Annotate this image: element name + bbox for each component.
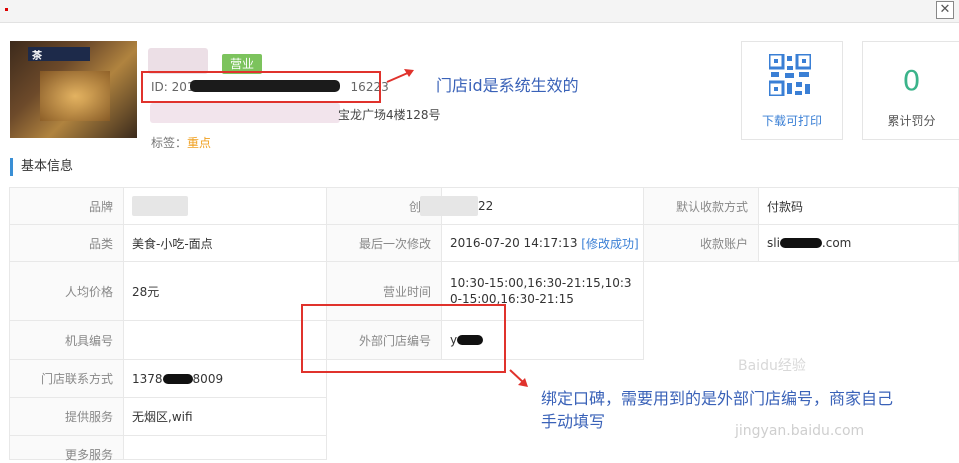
contact-suffix: 8009	[192, 371, 224, 386]
watermark-url: jingyan.baidu.com	[735, 423, 865, 439]
dialog-title-bar	[0, 0, 959, 23]
penalty-value: 0	[902, 64, 921, 97]
brand-label-text: 品牌	[88, 199, 113, 214]
brand-label: 品牌	[9, 187, 124, 225]
store-window	[40, 71, 110, 121]
modified-label: 最后一次修改	[326, 224, 442, 262]
store-photo: 茶	[10, 41, 137, 138]
avg-price-value-text: 28元	[132, 284, 160, 299]
default-pay-value: 付款码	[758, 187, 959, 225]
modified-time: 2016-07-20 14:17:13	[450, 236, 578, 250]
contact-mask	[162, 373, 193, 384]
account-label-text: 收款账户	[699, 236, 748, 251]
machine-label-text: 机具编号	[64, 333, 113, 348]
contact-value: 1378 8009	[123, 359, 327, 398]
category-value-text: 美食-小吃-面点	[132, 236, 213, 251]
brand-value	[123, 187, 327, 225]
close-button[interactable]: ✕	[936, 1, 954, 19]
store-sign: 茶	[28, 47, 90, 62]
hours-value-text: 10:30-15:00,16:30-21:15,10:30-15:00,16:3…	[450, 276, 632, 306]
store-address-blurred	[150, 103, 340, 123]
section-title-basic-info: 基本信息	[10, 158, 73, 176]
close-icon: ✕	[939, 2, 951, 17]
avg-price-label: 人均价格	[9, 261, 124, 321]
machine-label: 机具编号	[9, 320, 124, 360]
more-services-label: 更多服务	[9, 435, 124, 462]
store-tags: 标签：重点	[151, 134, 211, 151]
machine-value	[123, 320, 327, 360]
modified-value: 2016-07-20 14:17:13 [修改成功]	[441, 224, 644, 262]
contact-prefix: 1378	[132, 371, 163, 386]
more-services-value	[123, 435, 327, 460]
modified-status-link[interactable]: [修改成功]	[581, 235, 638, 252]
created-value-blurred	[420, 196, 478, 216]
store-address: 宝龙广场4楼128号	[338, 108, 441, 122]
title-dot	[5, 8, 8, 11]
annotation-box-external-id	[301, 304, 506, 373]
qr-download-card[interactable]: 下载可打印	[741, 41, 843, 140]
service-label: 提供服务	[9, 397, 124, 436]
annotation-arrow-external	[509, 369, 528, 387]
contact-label-text: 门店联系方式	[40, 372, 113, 386]
qr-download-label[interactable]: 下载可打印	[742, 112, 842, 129]
tag-label: 标签：	[151, 136, 188, 150]
brand-value-blurred	[132, 196, 188, 216]
annotation-text-external-line1: 绑定口碑，需要用到的是外部门店编号，商家自己	[541, 389, 894, 408]
store-sign-text: 茶	[32, 51, 42, 62]
service-value-text: 无烟区,wifi	[132, 410, 193, 424]
avg-price-label-text: 人均价格	[64, 284, 113, 299]
account-suffix: .com	[821, 236, 852, 250]
contact-label: 门店联系方式	[9, 359, 124, 398]
hours-label-text: 营业时间	[382, 284, 431, 299]
annotation-text-external-line2: 手动填写	[541, 412, 606, 431]
account-mask	[779, 238, 822, 248]
account-value: sli .com	[758, 224, 959, 262]
annotation-box-store-id	[141, 71, 381, 103]
default-pay-label-text: 默认收款方式	[675, 199, 748, 214]
default-pay-label: 默认收款方式	[643, 187, 759, 225]
annotation-arrow-id	[386, 69, 414, 83]
tag-value[interactable]: 重点	[187, 136, 211, 150]
created-value: 22	[420, 187, 644, 225]
category-label-text: 品类	[88, 236, 113, 251]
penalty-card: 0 累计罚分	[862, 41, 959, 140]
service-label-text: 提供服务	[64, 410, 113, 424]
avg-price-value: 28元	[123, 261, 327, 321]
category-label: 品类	[9, 224, 124, 262]
account-label: 收款账户	[643, 224, 759, 262]
category-value: 美食-小吃-面点	[123, 224, 327, 262]
annotation-text-id: 门店id是系统生效的	[436, 76, 579, 95]
account-prefix: sli	[767, 236, 780, 250]
watermark-logo: Baidu经验	[738, 358, 806, 374]
default-pay-value-text: 付款码	[767, 199, 804, 214]
qr-code-icon	[769, 54, 811, 96]
modified-label-text: 最后一次修改	[358, 236, 431, 251]
penalty-label: 累计罚分	[887, 114, 936, 128]
created-suffix: 22	[478, 199, 494, 213]
service-value: 无烟区,wifi	[123, 397, 327, 436]
